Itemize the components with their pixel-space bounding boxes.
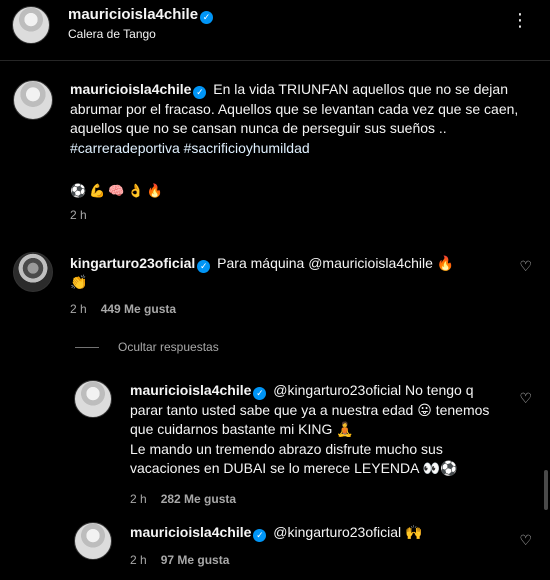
verified-badge-icon: ✓ <box>253 387 267 400</box>
comment-avatar[interactable] <box>13 252 53 292</box>
header-username[interactable]: mauricioisla4chile <box>68 6 198 23</box>
reply-text-line2: Le mando un tremendo abrazo disfrute muc… <box>130 440 458 477</box>
reply-avatar[interactable] <box>74 522 112 560</box>
scrollbar[interactable] <box>544 470 548 510</box>
comment-text-block: kingarturo23oficial ✓ Para máquina @mauri… <box>70 253 500 273</box>
reply-text-block: mauricioisla4chile ✓ @kingarturo23oficial… <box>130 523 500 543</box>
reply-likes[interactable]: 282 Me gusta <box>161 492 236 506</box>
caption-username[interactable]: mauricioisla4chile <box>70 81 191 97</box>
comment-likes[interactable]: 449 Me gusta <box>101 302 176 316</box>
caption-hashtags[interactable]: #carreradeportiva #sacrificioyhumildad <box>70 140 310 156</box>
verified-badge-icon: ✓ <box>253 529 267 542</box>
replies-line <box>75 347 99 348</box>
hide-replies-button[interactable]: Ocultar respuestas <box>118 340 219 354</box>
header-user-row: mauricioisla4chile ✓ <box>68 6 216 24</box>
comment-text-line2: 👏 <box>70 274 88 290</box>
reply-timestamp: 2 h <box>130 553 147 567</box>
caption-timestamp: 2 h <box>70 208 87 222</box>
like-heart-icon[interactable]: ♡ <box>519 532 532 549</box>
reply-meta: 2 h 282 Me gusta <box>130 492 236 506</box>
verified-badge-icon: ✓ <box>200 11 214 24</box>
header-divider <box>0 60 550 61</box>
comment-timestamp: 2 h <box>70 302 87 316</box>
like-heart-icon[interactable]: ♡ <box>519 258 532 275</box>
reply-likes[interactable]: 97 Me gusta <box>161 553 230 567</box>
reply-text: @kingarturo23oficial 🙌 <box>273 524 423 540</box>
comment-meta: 2 h 449 Me gusta <box>70 302 176 316</box>
location-label[interactable]: Calera de Tango <box>68 27 156 41</box>
reply-username[interactable]: mauricioisla4chile <box>130 524 251 540</box>
more-options-icon[interactable]: ⋮ <box>511 10 530 31</box>
reply-avatar[interactable] <box>74 380 112 418</box>
reply-username[interactable]: mauricioisla4chile <box>130 382 251 398</box>
comment-text: Para máquina @mauricioisla4chile 🔥 <box>217 255 455 271</box>
header-avatar[interactable] <box>12 6 50 44</box>
caption-avatar[interactable] <box>13 80 53 120</box>
caption-text-block: mauricioisla4chile ✓ En la vida TRIUNFAN … <box>70 80 540 158</box>
caption-emojis: ⚽💪🧠👌🔥 <box>70 183 166 198</box>
verified-badge-icon: ✓ <box>193 86 207 99</box>
reply-timestamp: 2 h <box>130 492 147 506</box>
comment-username[interactable]: kingarturo23oficial <box>70 255 195 271</box>
like-heart-icon[interactable]: ♡ <box>519 390 532 407</box>
reply-meta: 2 h 97 Me gusta <box>130 553 229 567</box>
reply-text-block: mauricioisla4chile ✓ @kingarturo23oficial… <box>130 381 500 479</box>
verified-badge-icon: ✓ <box>197 260 211 273</box>
